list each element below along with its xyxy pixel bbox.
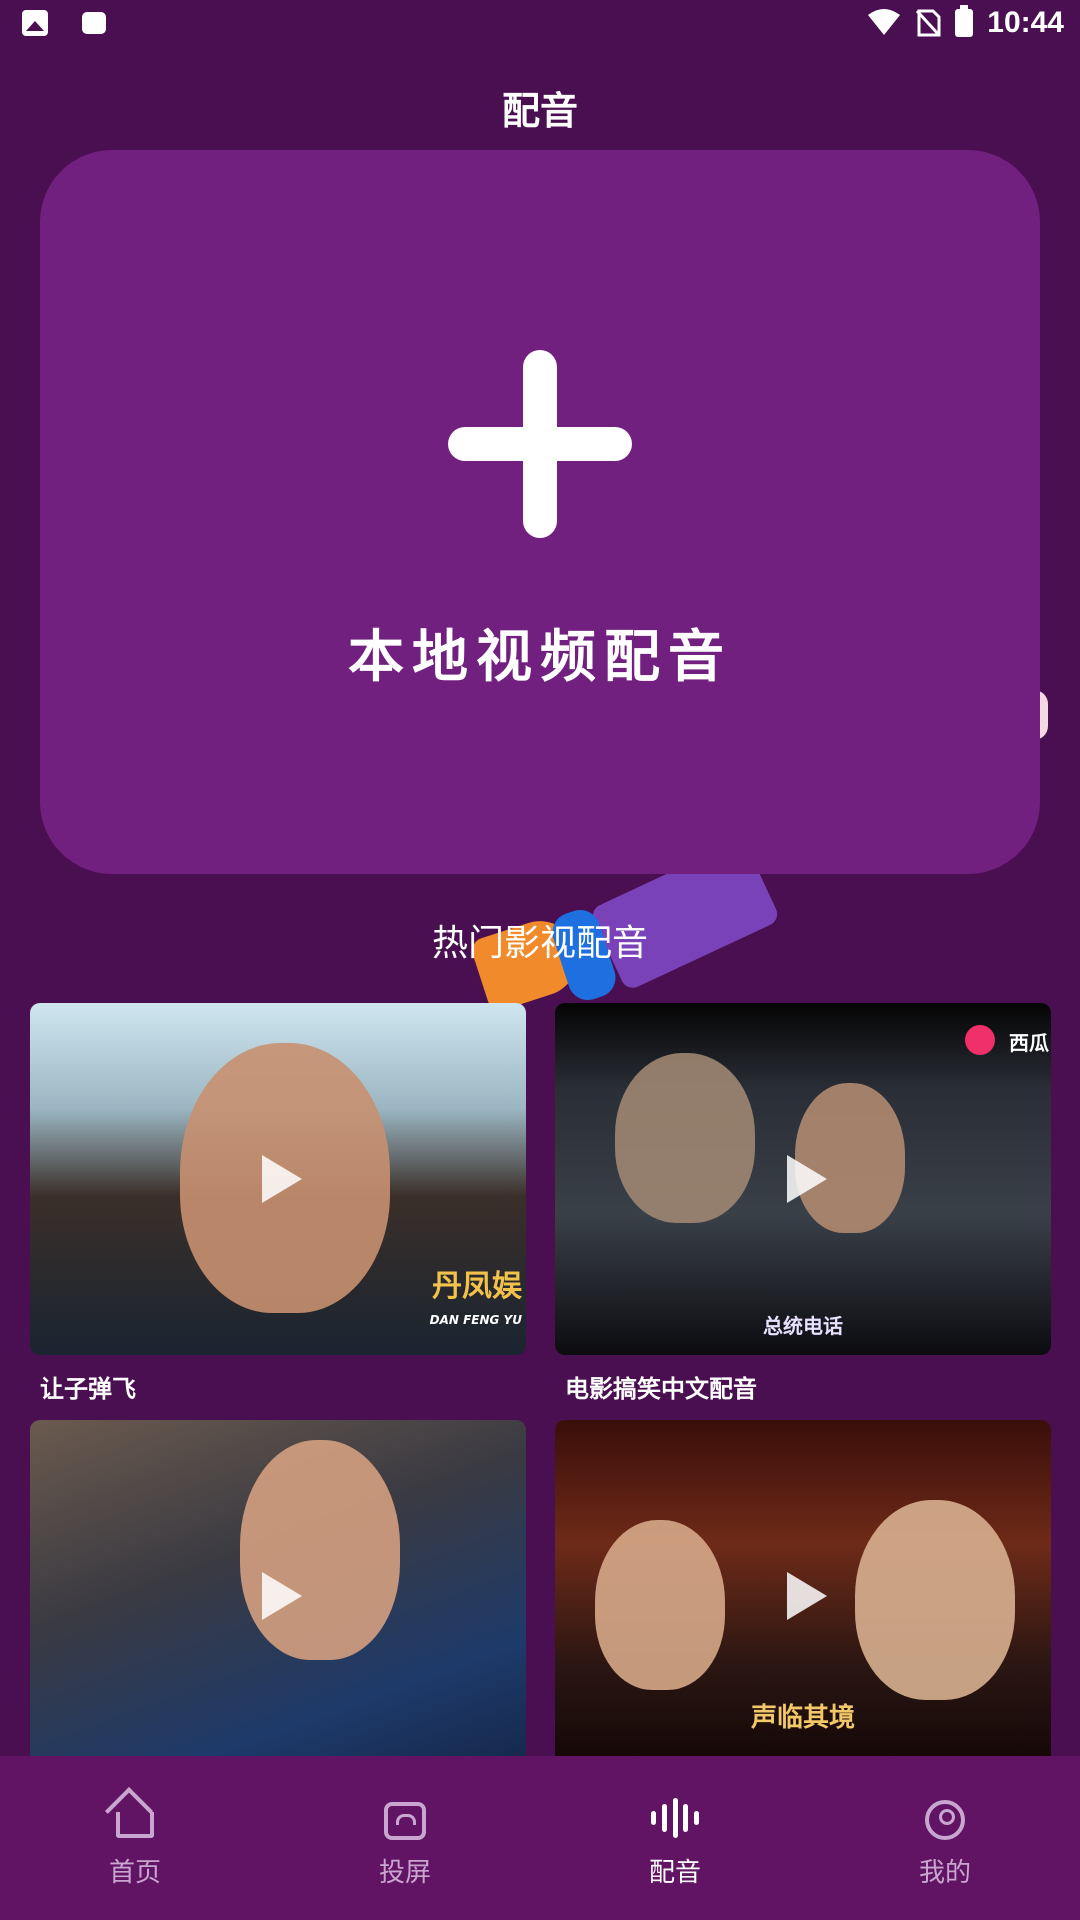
play-icon[interactable] bbox=[787, 1155, 827, 1203]
video-title: 让子弹飞 bbox=[40, 1375, 136, 1403]
play-icon[interactable] bbox=[787, 1572, 827, 1620]
nav-label: 投屏 bbox=[378, 1858, 431, 1888]
video-card[interactable]: 声临其境 bbox=[555, 1420, 1051, 1786]
sound-wave-icon bbox=[651, 1798, 699, 1838]
thumbnail-figure bbox=[855, 1500, 1015, 1700]
battery-icon bbox=[955, 5, 974, 37]
nav-label: 配音 bbox=[648, 1858, 701, 1888]
local-video-dub-button[interactable]: 本地视频配音 bbox=[40, 150, 1040, 874]
video-thumbnail[interactable] bbox=[30, 1420, 526, 1772]
nav-item-dubbing[interactable]: 配音 bbox=[540, 1756, 810, 1920]
wifi-icon bbox=[868, 9, 901, 35]
bottom-nav: 首页 投屏 配音 我的 bbox=[0, 1756, 1080, 1920]
xigua-logo-icon bbox=[965, 1025, 995, 1055]
thumbnail-figure bbox=[240, 1440, 400, 1660]
video-thumbnail[interactable]: 声临其境 bbox=[555, 1420, 1051, 1772]
play-icon[interactable] bbox=[262, 1155, 302, 1203]
video-watermark: 丹凤娱 bbox=[432, 1269, 522, 1304]
store-notification-icon bbox=[82, 12, 106, 34]
video-title: 电影搞笑中文配音 bbox=[565, 1375, 757, 1403]
video-card[interactable] bbox=[30, 1420, 526, 1786]
nav-item-profile[interactable]: 我的 bbox=[810, 1756, 1080, 1920]
plus-icon-bar bbox=[448, 427, 632, 461]
video-thumbnail[interactable]: 西瓜 总统电话 bbox=[555, 1003, 1051, 1355]
clock: 10:44 bbox=[987, 6, 1064, 39]
nav-label: 首页 bbox=[108, 1858, 161, 1888]
thumbnail-figure bbox=[615, 1053, 755, 1223]
nav-label: 我的 bbox=[918, 1858, 971, 1888]
cast-icon bbox=[384, 1802, 426, 1840]
local-video-dub-label: 本地视频配音 bbox=[348, 625, 732, 690]
page-title: 配音 bbox=[501, 89, 578, 133]
thumbnail-figure bbox=[595, 1520, 725, 1690]
no-sim-icon bbox=[916, 9, 941, 37]
show-logo-text: 声临其境 bbox=[751, 1703, 856, 1733]
video-thumbnail[interactable]: 丹凤娱 DAN FENG YU bbox=[30, 1003, 526, 1355]
gallery-notification-icon bbox=[22, 10, 48, 36]
section-title: 热门影视配音 bbox=[431, 923, 648, 964]
user-icon bbox=[925, 1800, 965, 1840]
video-subtitle: 总统电话 bbox=[763, 1314, 843, 1338]
nav-item-home[interactable]: 首页 bbox=[0, 1756, 270, 1920]
play-icon[interactable] bbox=[262, 1572, 302, 1620]
video-card[interactable]: 丹凤娱 DAN FENG YU 让子弹飞 bbox=[30, 1003, 526, 1404]
platform-badge: 西瓜 bbox=[1009, 1031, 1049, 1055]
nav-item-cast[interactable]: 投屏 bbox=[270, 1756, 540, 1920]
video-watermark-sub: DAN FENG YU bbox=[429, 1313, 522, 1327]
home-icon bbox=[116, 1812, 154, 1838]
status-bar: 10:44 bbox=[0, 0, 1080, 50]
video-card[interactable]: 西瓜 总统电话 电影搞笑中文配音 bbox=[555, 1003, 1051, 1404]
